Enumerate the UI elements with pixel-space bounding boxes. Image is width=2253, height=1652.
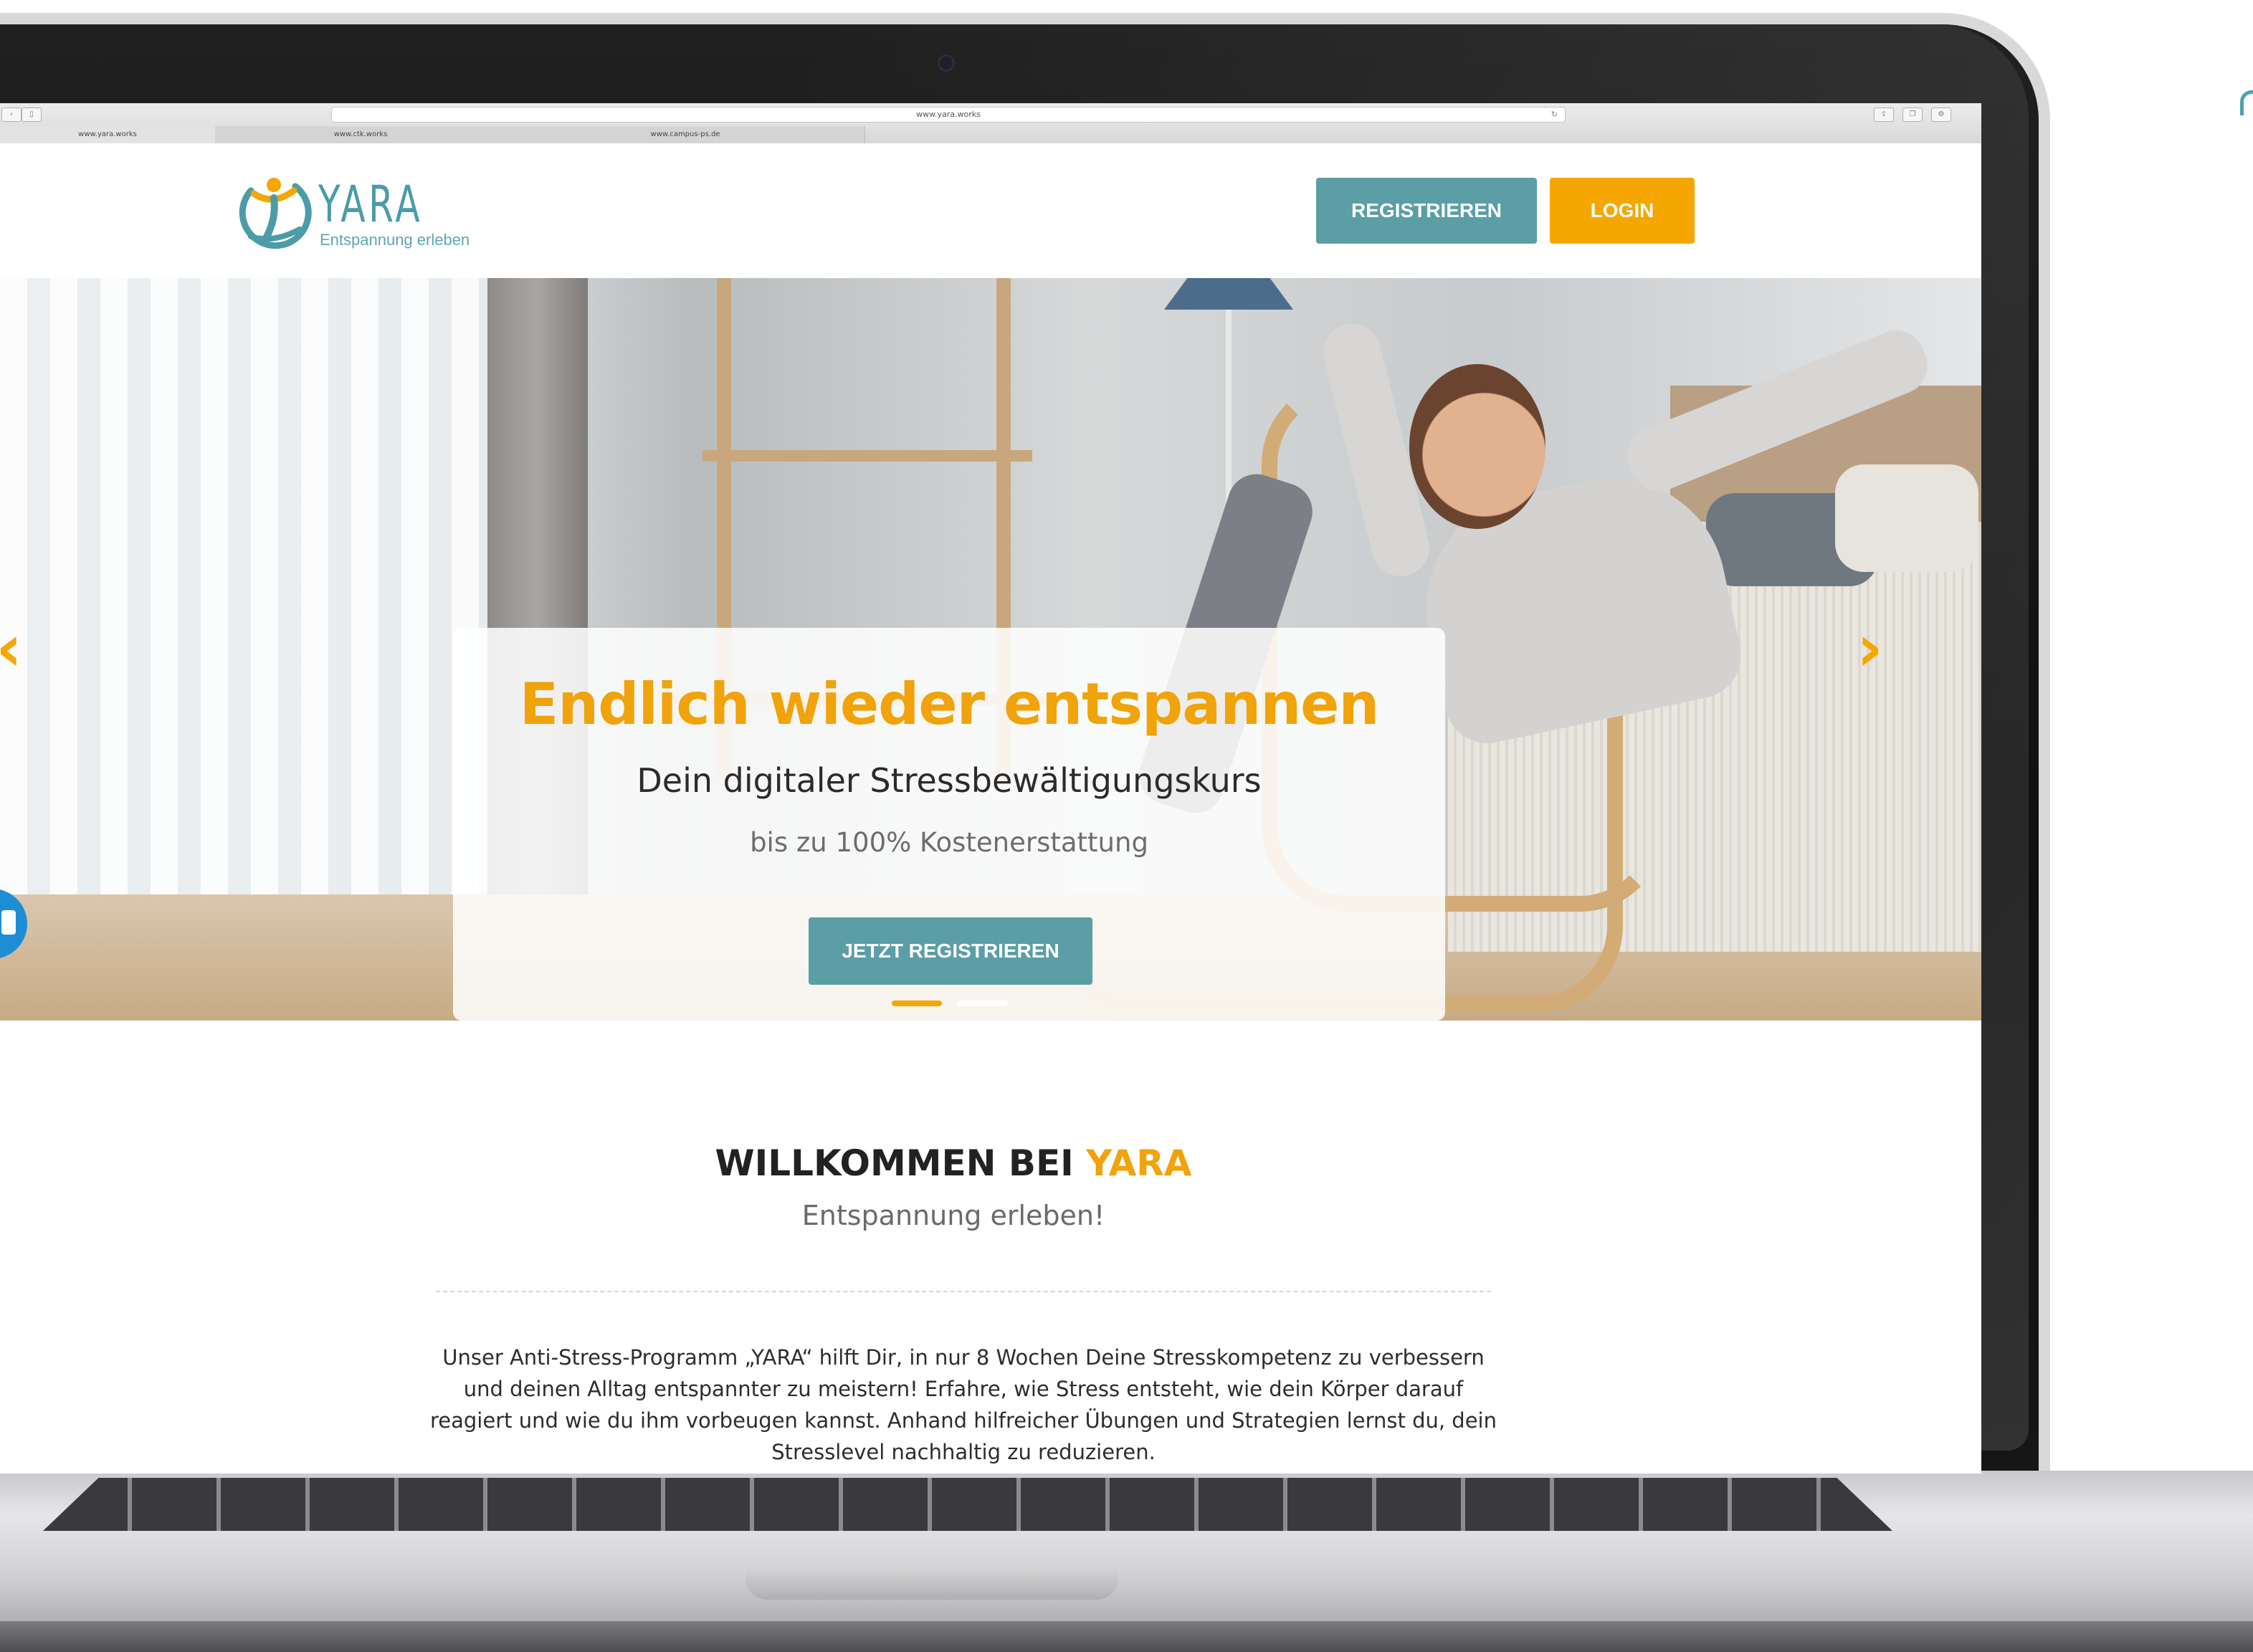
offscreen-logo-fragment	[2240, 90, 2253, 115]
chevron-right-icon[interactable]: ›	[1857, 616, 1883, 681]
hero-note: bis zu 100% Kostenerstattung	[750, 827, 1148, 858]
chevron-left-icon[interactable]: ‹	[0, 616, 22, 681]
welcome-title: WILLKOMMEN BEI YARA	[0, 1142, 1907, 1184]
shelf-board	[702, 450, 1032, 462]
welcome-title-accent: YARA	[1086, 1142, 1192, 1184]
address-url: www.yara.works	[916, 110, 981, 119]
trackpad-notch	[746, 1567, 1118, 1600]
person-head	[1409, 364, 1545, 529]
browser-tabs: www.yara.works www.ctk.works www.campus-…	[0, 126, 875, 143]
yara-figure-logo-icon	[239, 178, 312, 249]
register-button[interactable]: REGISTRIEREN	[1316, 178, 1537, 244]
hero-subtitle: Dein digitaler Stressbewältigungskurs	[637, 761, 1262, 800]
slider-dot[interactable]	[958, 1001, 1008, 1006]
tab-ctk[interactable]: www.ctk.works	[215, 126, 507, 143]
address-bar[interactable]: www.yara.works ↻	[331, 107, 1566, 123]
slider-dot-active[interactable]	[892, 1001, 942, 1006]
lamp-shade	[1164, 278, 1293, 310]
tab-campus[interactable]: www.campus-ps.de	[506, 126, 865, 143]
browser-toolbar: ‹ ▯ ≡ www.yara.works ↻ ⇪ ❐ ⚙	[0, 103, 1981, 126]
register-now-button[interactable]: JETZT REGISTRIEREN	[809, 917, 1092, 985]
welcome-subtitle: Entspannung erleben!	[801, 1200, 1105, 1231]
logo-wordmark: YARA	[318, 175, 424, 234]
sidebar-icon[interactable]: ▯	[22, 108, 42, 122]
reload-icon[interactable]: ↻	[1551, 108, 1558, 122]
welcome-body-text: Unser Anti-Stress-Programm „YARA“ hilft …	[430, 1345, 1497, 1464]
chat-glyph	[1, 910, 16, 935]
tabs-overview-icon[interactable]: ❐	[1902, 108, 1923, 122]
tab-yara[interactable]: www.yara.works	[0, 126, 216, 143]
login-button[interactable]: LOGIN	[1550, 178, 1695, 244]
section-divider	[436, 1291, 1491, 1292]
settings-icon[interactable]: ⚙	[1931, 108, 1951, 122]
keyboard-row	[43, 1478, 1892, 1531]
webcam	[938, 54, 955, 72]
logo-tagline: Entspannung erleben	[320, 231, 470, 249]
site-logo[interactable]: YARA Entspannung erleben	[229, 169, 502, 255]
site-header: YARA Entspannung erleben REGISTRIEREN LO…	[0, 143, 1981, 278]
pillow	[1835, 464, 1978, 572]
welcome-title-prefix: WILLKOMMEN BEI	[715, 1142, 1087, 1184]
share-icon[interactable]: ⇪	[1874, 108, 1894, 122]
browser-chrome: ‹ ▯ ≡ www.yara.works ↻ ⇪ ❐ ⚙ www.yara.wo…	[0, 103, 1981, 144]
laptop-base-edge	[0, 1621, 2253, 1652]
hero-title: Endlich wieder entspannen	[519, 671, 1380, 737]
back-icon[interactable]: ‹	[1, 108, 22, 122]
hero-slider: Endlich wieder entspannen Dein digitaler…	[0, 278, 1981, 1021]
laptop-screen: ‹ ▯ ≡ www.yara.works ↻ ⇪ ❐ ⚙ www.yara.wo…	[0, 103, 1981, 1474]
